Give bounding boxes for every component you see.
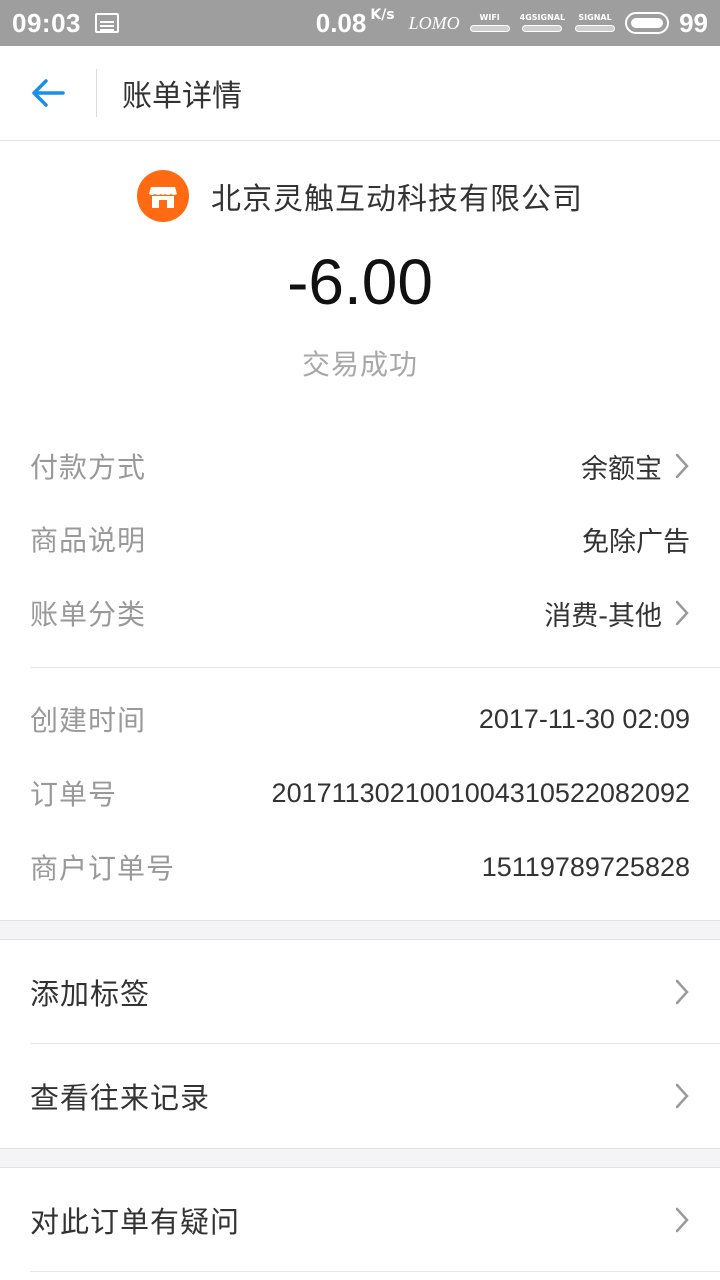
action-label: 查看往来记录 [30, 1081, 211, 1115]
action-label: 对此订单有疑问 [30, 1205, 241, 1239]
detail-row-merchant-order: 商户订单号 15119789725828 [30, 842, 690, 892]
detail-value: 15119789725828 [481, 851, 690, 882]
signal-4g-icon: 4GSIGNAL [520, 14, 565, 32]
signal-4g-label: 4GSIGNAL [519, 13, 566, 22]
detail-label: 付款方式 [30, 451, 147, 484]
shop-icon [137, 170, 189, 222]
news-icon [95, 13, 119, 33]
chevron-right-icon [675, 453, 689, 479]
network-speed: 0.08 K/s [316, 8, 395, 39]
wifi-label: WIFI [479, 13, 500, 22]
detail-value: 余额宝 [581, 447, 690, 486]
back-button[interactable] [0, 46, 96, 141]
detail-label: 商户订单号 [30, 852, 176, 885]
lomo-label: LOMO [408, 12, 460, 33]
network-speed-unit: K/s [370, 6, 395, 23]
chevron-right-icon [675, 1207, 689, 1233]
network-speed-value: 0.08 [315, 7, 367, 38]
status-bar: 09:03 0.08 K/s LOMO WIFI 4GSIGNAL SIGNAL… [0, 0, 720, 46]
detail-value: 2017-11-30 02:09 [478, 703, 690, 734]
chevron-right-icon [675, 1083, 689, 1109]
status-right-group: 0.08 K/s LOMO WIFI 4GSIGNAL SIGNAL 99 [316, 8, 708, 39]
signal-label: SIGNAL [578, 13, 612, 22]
back-arrow-icon [32, 79, 65, 107]
detail-row-created-time: 创建时间 2017-11-30 02:09 [30, 694, 690, 744]
merchant-header: 北京灵触互动科技有限公司 [0, 170, 720, 222]
section-separator [0, 920, 720, 940]
wifi-icon: WIFI [469, 13, 510, 32]
detail-value: 免除广告 [582, 526, 690, 558]
detail-label: 账单分类 [30, 598, 147, 631]
view-history-row[interactable]: 查看往来记录 [0, 1044, 720, 1148]
status-time: 09:03 [12, 7, 81, 38]
section-separator [0, 1148, 720, 1168]
detail-row-payment-method[interactable]: 付款方式 余额宝 [30, 441, 690, 491]
detail-label: 商品说明 [30, 524, 147, 557]
page-title: 账单详情 [122, 79, 242, 114]
chevron-right-icon [675, 979, 689, 1005]
detail-value: 消费-其他 [544, 594, 690, 633]
action-label: 添加标签 [30, 977, 151, 1011]
nav-bar: 账单详情 [0, 46, 720, 141]
detail-row-product-desc: 商品说明 免除广告 [30, 514, 690, 564]
nav-divider [96, 69, 97, 117]
transaction-amount: -6.00 [287, 246, 433, 318]
detail-label: 订单号 [30, 778, 118, 811]
detail-row-bill-category[interactable]: 账单分类 消费-其他 [30, 588, 690, 638]
add-tag-row[interactable]: 添加标签 [0, 940, 720, 1044]
battery-icon [625, 12, 670, 34]
detail-label: 创建时间 [30, 704, 147, 737]
merchant-name: 北京灵触互动科技有限公司 [211, 182, 583, 217]
detail-value: 2017113021001004310522082092 [271, 777, 690, 808]
transaction-status: 交易成功 [301, 348, 418, 381]
signal-icon: SIGNAL [575, 13, 616, 32]
detail-row-order-number: 订单号 2017113021001004310522082092 [30, 768, 690, 818]
row-divider [30, 1271, 720, 1272]
battery-level: 99 [679, 7, 708, 38]
chevron-right-icon [675, 600, 689, 626]
section-divider [30, 667, 720, 668]
order-question-row[interactable]: 对此订单有疑问 [0, 1168, 720, 1272]
